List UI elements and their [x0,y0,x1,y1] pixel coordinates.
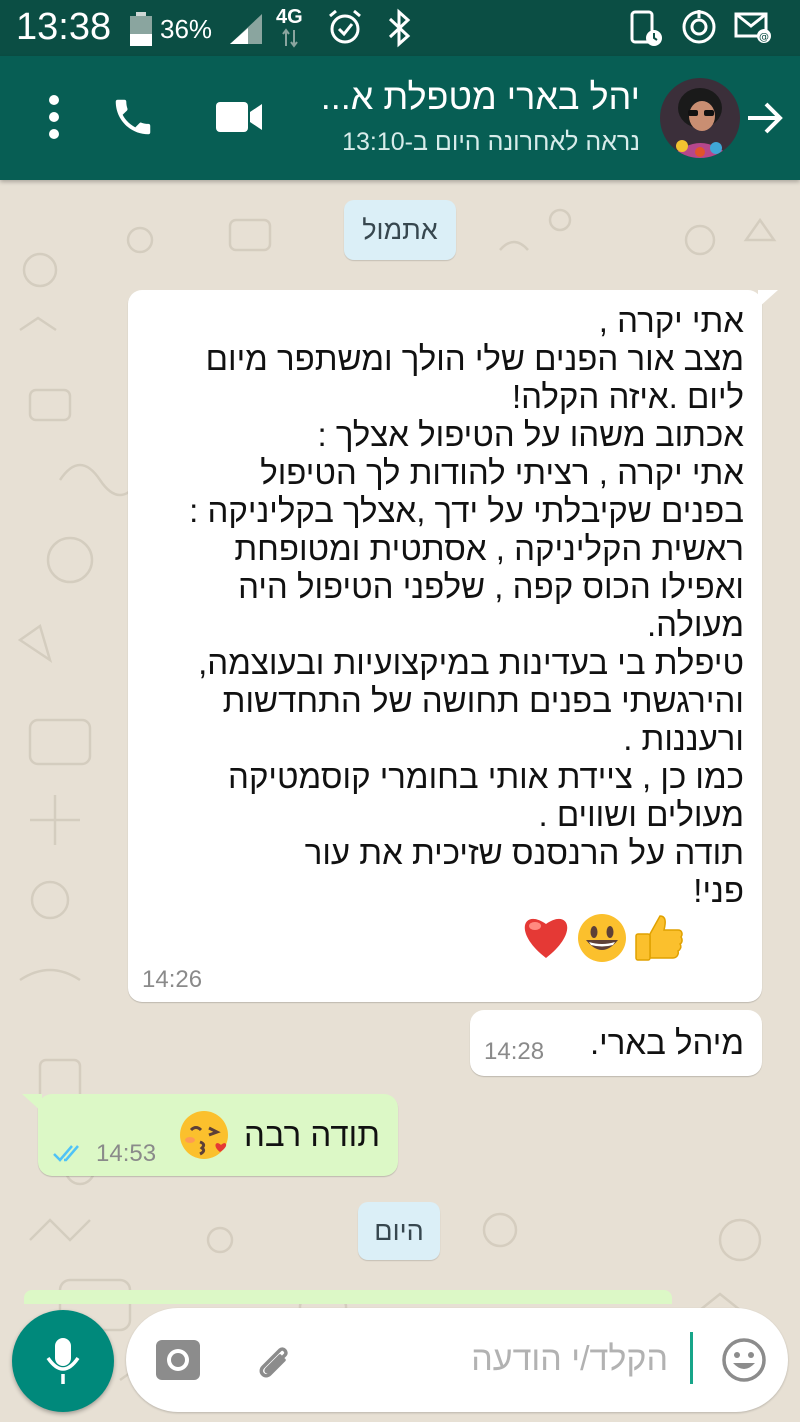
bluetooth-icon [384,8,414,53]
chat-header: יהל בארי מטפלת א... נראה לאחרונה היום ב-… [0,56,800,180]
voice-call-icon[interactable] [110,94,156,145]
grinning-face-emoji [576,912,628,969]
signal-icon [228,12,264,51]
mic-icon [44,1336,82,1391]
status-time: 13:38 [16,6,112,48]
mic-button[interactable] [12,1310,114,1412]
message-time: 14:28 [484,1038,545,1065]
message-emoji-row [520,912,684,969]
date-chip-today: היום [358,1202,440,1260]
battery-icon [128,12,154,51]
face-blowing-kiss-emoji [178,1108,232,1167]
message-time: 14:53 [96,1140,157,1167]
date-chip-yesterday: אתמול [344,200,456,260]
text-caret [690,1332,693,1384]
thumbs-up-emoji [632,912,684,969]
bubble-tail [758,290,778,315]
network-type: 4G [276,6,303,28]
message-bubble-incoming[interactable]: אתי יקרה , מצב אור הפנים שלי הולך ומשתפר… [128,290,762,1002]
message-bubble-incoming[interactable]: מיהל בארי. 14:28 [470,1010,762,1076]
camera-icon[interactable] [154,1338,202,1387]
sim-icon [628,8,664,53]
status-bar: 13:38 36% 4G @ [0,0,800,56]
attach-icon[interactable] [250,1338,298,1391]
avatar[interactable] [660,78,740,158]
sync-icon [680,8,718,51]
message-composer[interactable]: הקלד/י הודעה [126,1308,788,1412]
data-arrows-icon [282,28,298,53]
partial-message-bubble [24,1290,672,1304]
message-time: 14:26 [142,966,203,993]
message-bubble-outgoing[interactable]: תודה רבה 14:53 [38,1094,398,1176]
back-arrow-icon[interactable] [744,98,784,143]
more-options-icon[interactable] [44,92,64,147]
last-seen-status: נראה לאחרונה היום ב-13:10 [342,128,640,156]
message-text: מיהל בארי. [590,1024,744,1061]
emoji-icon[interactable] [720,1336,768,1389]
red-heart-emoji [520,912,572,969]
contact-name[interactable]: יהל בארי מטפלת א... [280,76,640,118]
svg-text:@: @ [759,32,769,43]
message-input[interactable]: הקלד/י הודעה [471,1340,668,1379]
bubble-tail [22,1094,42,1119]
message-text: תודה רבה [243,1116,380,1153]
read-receipt-icon [52,1142,86,1169]
alarm-icon [326,8,364,51]
battery-percent: 36% [160,14,213,44]
video-call-icon[interactable] [214,100,264,139]
message-text: אתי יקרה , מצב אור הפנים שלי הולך ומשתפר… [189,302,744,909]
chat-area[interactable]: אתמול אתי יקרה , מצב אור הפנים שלי הולך … [0,180,800,1422]
mail-icon: @ [734,10,774,49]
